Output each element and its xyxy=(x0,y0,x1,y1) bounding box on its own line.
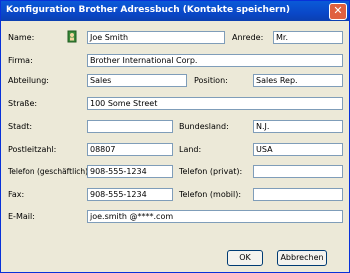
telefon-privat-field[interactable] xyxy=(253,165,343,178)
window-title: Konfiguration Brother Adressbuch (Kontak… xyxy=(6,5,291,15)
telefon-geschaeftlich-label: Telefon (geschäftlich): xyxy=(8,167,91,176)
cancel-button[interactable]: Abbrechen xyxy=(277,250,327,266)
position-label: Position: xyxy=(194,76,228,85)
ok-button[interactable]: OK xyxy=(227,250,263,266)
telefon-geschaeftlich-field[interactable]: 908-555-1234 xyxy=(87,165,173,178)
abteilung-label: Abteilung: xyxy=(8,76,49,85)
position-field[interactable]: Sales Rep. xyxy=(253,74,343,87)
postleitzahl-label: Postleitzahl: xyxy=(8,145,57,154)
email-label: E-Mail: xyxy=(8,212,35,221)
name-label: Name: xyxy=(8,33,35,42)
postleitzahl-field[interactable]: 08807 xyxy=(87,143,173,156)
firma-field[interactable]: Brother International Corp. xyxy=(87,54,343,67)
telefon-mobil-label: Telefon (mobil): xyxy=(179,190,242,199)
bundesland-label: Bundesland: xyxy=(179,122,229,131)
firma-label: Firma: xyxy=(8,56,33,65)
telefon-mobil-field[interactable] xyxy=(253,188,343,201)
anrede-field[interactable]: Mr. xyxy=(273,31,343,44)
land-field[interactable]: USA xyxy=(253,143,343,156)
address-book-icon[interactable] xyxy=(67,30,78,43)
telefon-privat-label: Telefon (privat): xyxy=(179,167,243,176)
dialog-window: Konfiguration Brother Adressbuch (Kontak… xyxy=(0,0,350,273)
title-bar[interactable]: Konfiguration Brother Adressbuch (Kontak… xyxy=(1,1,349,21)
stadt-field[interactable] xyxy=(87,120,173,133)
strasse-field[interactable]: 100 Some Street xyxy=(87,97,343,110)
name-field[interactable]: Joe Smith xyxy=(87,31,225,44)
stadt-label: Stadt: xyxy=(8,122,33,131)
land-label: Land: xyxy=(179,145,202,154)
abteilung-field[interactable]: Sales xyxy=(87,74,187,87)
fax-field[interactable]: 908-555-1234 xyxy=(87,188,173,201)
strasse-label: Straße: xyxy=(8,99,38,108)
fax-label: Fax: xyxy=(8,190,25,199)
bundesland-field[interactable]: N.J. xyxy=(253,120,343,133)
email-field[interactable]: joe.smith @****.com xyxy=(87,210,343,223)
close-button[interactable]: ✕ xyxy=(329,3,347,20)
anrede-label: Anrede: xyxy=(232,33,264,42)
